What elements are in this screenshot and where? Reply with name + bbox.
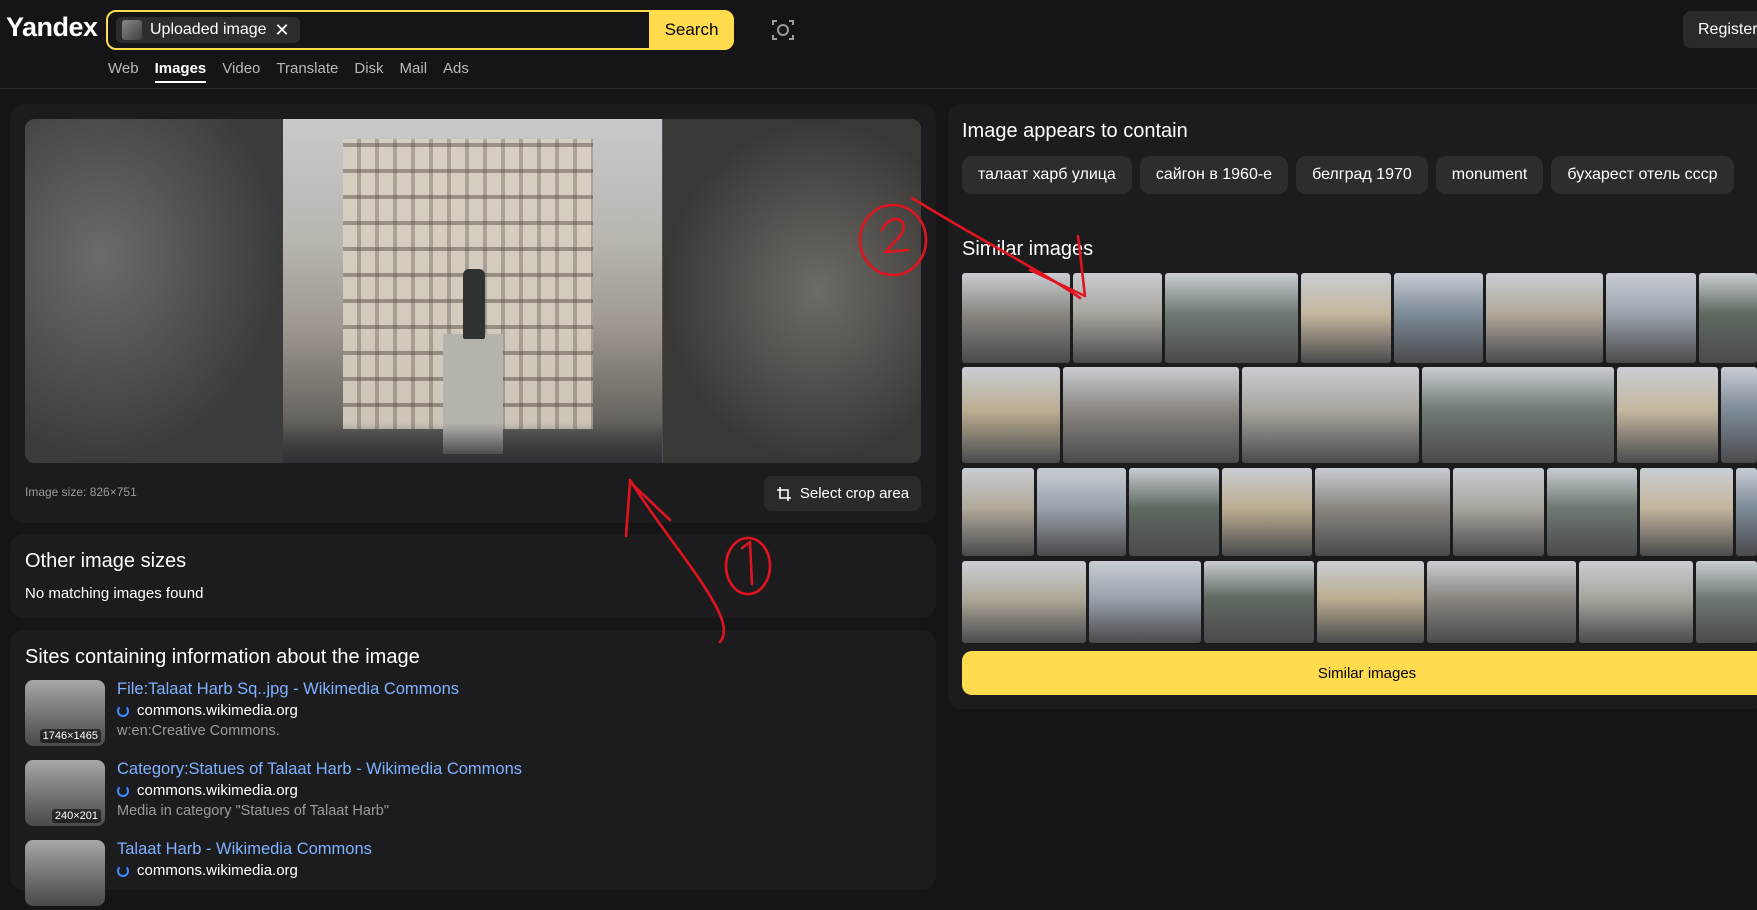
similar-image-thumbnail[interactable] [962,561,1086,643]
similar-image-thumbnail[interactable] [1165,273,1298,363]
site-domain-text: commons.wikimedia.org [137,862,298,879]
similar-image-thumbnail[interactable] [1301,273,1391,363]
similar-image-thumbnail[interactable] [1696,561,1757,643]
uploaded-image-preview[interactable] [25,119,921,463]
sites-title: Sites containing information about the i… [25,646,420,668]
similar-image-thumbnail[interactable] [1547,468,1637,556]
tag-chip[interactable]: сайгон в 1960-е [1139,156,1289,194]
site-thumbnail[interactable]: 1746×1465 [25,680,105,746]
site-thumbnail[interactable] [25,840,105,906]
blurred-background-right [663,119,921,463]
thumbnail-dimensions: 1746×1465 [39,729,101,743]
tag-chip[interactable]: талаат харб улица [962,156,1132,194]
similar-images-title: Similar images [962,238,1094,260]
similar-image-thumbnail[interactable] [1422,367,1614,463]
header-divider [0,88,1757,89]
tab-translate[interactable]: Translate [276,60,338,77]
service-nav: Web Images Video Translate Disk Mail Ads [108,60,485,83]
tab-mail[interactable]: Mail [400,60,428,77]
tab-video[interactable]: Video [222,60,260,77]
image-size-text: Image size: 826×751 [25,485,137,499]
photo-statue [463,269,485,339]
site-result[interactable]: 240×201 Category:Statues of Talaat Harb … [25,760,925,830]
site-result[interactable]: 1746×1465 File:Talaat Harb Sq..jpg - Wik… [25,680,925,750]
tab-disk[interactable]: Disk [354,60,383,77]
other-sizes-text: No matching images found [25,585,204,602]
similar-image-thumbnail[interactable] [1073,273,1162,363]
camera-search-icon[interactable] [770,17,796,43]
similar-image-thumbnail[interactable] [1394,273,1483,363]
other-sizes-title: Other image sizes [25,550,187,572]
site-domain-text: commons.wikimedia.org [137,702,298,719]
similar-images-button[interactable]: Similar images [962,651,1757,695]
register-button[interactable]: Register [1683,11,1757,48]
similar-image-thumbnail[interactable] [962,273,1070,363]
site-domain[interactable]: commons.wikimedia.org [117,702,298,719]
tab-web[interactable]: Web [108,60,139,77]
tab-ads[interactable]: Ads [443,60,469,77]
contain-title: Image appears to contain [962,120,1188,142]
photo-crowd [283,423,662,463]
similar-image-thumbnail[interactable] [1736,468,1757,556]
uploaded-image-label: Uploaded image [150,21,267,38]
similar-image-thumbnail[interactable] [1089,561,1201,643]
other-sizes-panel [10,534,936,618]
site-title-link[interactable]: File:Talaat Harb Sq..jpg - Wikimedia Com… [117,680,459,699]
site-title-link[interactable]: Category:Statues of Talaat Harb - Wikime… [117,760,522,779]
uploaded-photo [283,119,662,463]
site-result[interactable]: Talaat Harb - Wikimedia Commons commons.… [25,840,925,910]
site-snippet: w:en:Creative Commons. [117,723,280,739]
site-domain-text: commons.wikimedia.org [137,782,298,799]
similar-image-thumbnail[interactable] [1617,367,1718,463]
site-domain[interactable]: commons.wikimedia.org [117,862,298,879]
similar-image-thumbnail[interactable] [1129,468,1219,556]
crop-button-label: Select crop area [799,485,910,502]
wikimedia-icon [117,784,129,797]
similar-image-thumbnail[interactable] [1242,367,1419,463]
similar-image-thumbnail[interactable] [1453,468,1544,556]
crop-icon [776,486,791,501]
similar-image-thumbnail[interactable] [1699,273,1757,363]
similar-image-thumbnail[interactable] [1063,367,1239,463]
thumbnail-dimensions: 240×201 [51,809,101,823]
close-icon[interactable]: ✕ [275,20,290,41]
similar-image-thumbnail[interactable] [1640,468,1733,556]
similar-image-thumbnail[interactable] [1222,468,1312,556]
wikimedia-icon [117,864,129,877]
wikimedia-icon [117,704,129,717]
similar-image-thumbnail[interactable] [1427,561,1576,643]
similar-image-thumbnail[interactable] [1721,367,1757,463]
tag-chip[interactable]: белград 1970 [1296,156,1428,194]
search-button[interactable]: Search [649,10,734,50]
tag-chip[interactable]: monument [1435,156,1544,194]
tag-list: талаат харб улица сайгон в 1960-е белгра… [962,156,1734,194]
similar-image-thumbnail[interactable] [962,367,1060,463]
similar-image-thumbnail[interactable] [1317,561,1424,643]
similar-image-thumbnail[interactable] [1486,273,1603,363]
select-crop-area-button[interactable]: Select crop area [764,476,921,511]
similar-image-thumbnail[interactable] [1315,468,1450,556]
site-title-link[interactable]: Talaat Harb - Wikimedia Commons [117,840,372,859]
similar-image-thumbnail[interactable] [1579,561,1693,643]
search-bar[interactable]: Uploaded image ✕ Search [106,10,734,50]
uploaded-image-thumbnail [122,20,142,40]
tag-chip[interactable]: бухарест отель ссср [1551,156,1734,194]
tab-images[interactable]: Images [154,60,206,83]
yandex-logo[interactable]: Yandex [6,12,98,43]
similar-image-thumbnail[interactable] [1204,561,1314,643]
similar-image-thumbnail[interactable] [962,468,1034,556]
site-snippet: Media in category "Statues of Talaat Har… [117,803,389,819]
site-thumbnail[interactable]: 240×201 [25,760,105,826]
similar-image-thumbnail[interactable] [1037,468,1126,556]
blurred-background-left [25,119,283,463]
uploaded-image-chip[interactable]: Uploaded image ✕ [116,17,300,43]
similar-image-thumbnail[interactable] [1606,273,1696,363]
site-domain[interactable]: commons.wikimedia.org [117,782,298,799]
